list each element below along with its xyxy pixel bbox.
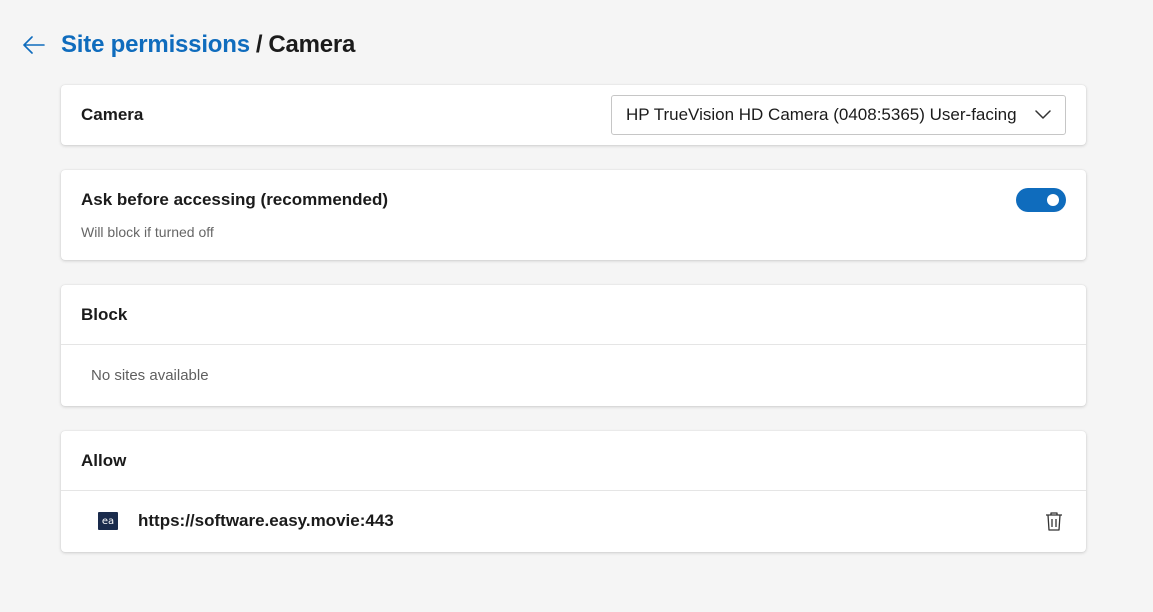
breadcrumb: Site permissions / Camera: [61, 31, 355, 59]
breadcrumb-separator: /: [255, 31, 263, 58]
back-button[interactable]: [20, 31, 48, 59]
page-header: Site permissions / Camera: [20, 30, 355, 60]
ask-before-accessing-label: Ask before accessing (recommended): [81, 190, 389, 209]
camera-device-select[interactable]: HP TrueVision HD Camera (0408:5365) User…: [611, 95, 1066, 135]
ask-before-accessing-description: Will block if turned off: [81, 224, 214, 240]
ask-before-accessing-toggle[interactable]: [1016, 188, 1066, 212]
block-list-card: Block No sites available: [61, 285, 1086, 406]
block-empty-text: No sites available: [91, 366, 209, 384]
camera-label: Camera: [81, 105, 144, 124]
trash-icon: [1046, 512, 1062, 531]
allowed-site-row: ea https://software.easy.movie:443: [61, 491, 1086, 551]
breadcrumb-site-permissions-link[interactable]: Site permissions: [61, 31, 250, 58]
block-title: Block: [81, 304, 128, 324]
page-title: Camera: [268, 31, 356, 58]
block-empty-state: No sites available: [61, 345, 1086, 405]
allow-title: Allow: [81, 450, 127, 470]
back-arrow-icon: [23, 36, 45, 54]
toggle-knob: [1047, 194, 1059, 206]
ask-before-accessing-card: Ask before accessing (recommended) Will …: [61, 170, 1086, 260]
chevron-down-icon: [1035, 107, 1051, 123]
allow-section-header: Allow: [61, 431, 1086, 491]
allowed-site-url: https://software.easy.movie:443: [138, 511, 394, 530]
delete-site-button[interactable]: [1042, 509, 1066, 533]
block-section-header: Block: [61, 285, 1086, 345]
camera-device-card: Camera HP TrueVision HD Camera (0408:536…: [61, 85, 1086, 145]
site-favicon-icon: ea: [98, 512, 118, 530]
camera-device-value: HP TrueVision HD Camera (0408:5365) User…: [626, 105, 1017, 124]
allow-list-card: Allow ea https://software.easy.movie:443: [61, 431, 1086, 552]
